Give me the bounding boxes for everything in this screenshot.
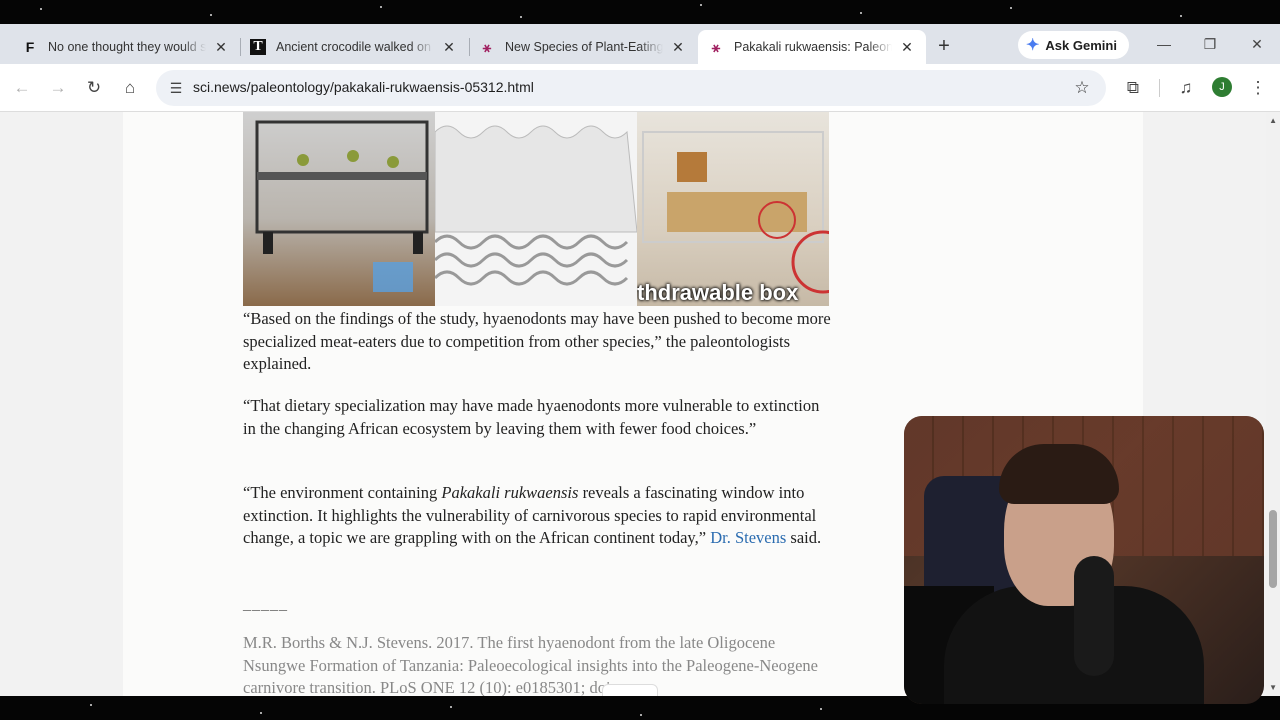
forward-button[interactable]: → — [44, 74, 72, 102]
gemini-label: Ask Gemini — [1045, 37, 1117, 53]
reload-button[interactable]: ↻ — [80, 74, 108, 102]
section-separator: _____ — [243, 596, 288, 613]
advertisement-banner[interactable]: thdrawable box — [243, 112, 829, 306]
bookmark-star-icon[interactable]: ☆ — [1070, 76, 1094, 100]
back-button[interactable]: ← — [8, 74, 36, 102]
tab-title: Pakakali rukwaensis: Paleonto — [734, 40, 892, 54]
minimize-button[interactable]: — — [1150, 32, 1178, 56]
search-tabs-icon[interactable]: ⧉ — [1119, 74, 1147, 102]
scroll-down-arrow-icon[interactable]: ▼ — [1269, 683, 1277, 692]
new-tab-button[interactable]: + — [932, 34, 956, 58]
tab-1[interactable]: F No one thought they would su ✕ — [12, 30, 240, 64]
menu-kebab-icon[interactable]: ⋮ — [1244, 74, 1272, 102]
sci-news-favicon-icon: ⚹ — [482, 38, 492, 55]
tab-title: New Species of Plant-Eating D — [505, 40, 663, 54]
page-scrollbar[interactable]: ▲ ▼ — [1266, 112, 1280, 696]
webcam-overlay — [904, 416, 1264, 704]
close-tab-icon[interactable]: ✕ — [212, 38, 230, 56]
ad-image-corrugated-sheet[interactable] — [435, 112, 637, 306]
url-text[interactable]: sci.news/paleontology/pakakali-rukwaensi… — [193, 79, 534, 95]
scroll-to-top-button[interactable]: ︿ — [602, 684, 658, 696]
sci-news-favicon-icon: ⚹ — [711, 38, 721, 55]
tab-title: No one thought they would su — [48, 40, 206, 54]
tab-title: Ancient crocodile walked on tw — [276, 40, 434, 54]
site-info-icon[interactable]: ☰ — [164, 76, 188, 100]
tab-strip: F No one thought they would su ✕ T Ancie… — [0, 24, 1280, 64]
para3-text: “The environment containing — [243, 483, 442, 502]
forbes-favicon-icon: F — [25, 39, 35, 55]
tab-3[interactable]: ⚹ New Species of Plant-Eating D ✕ — [469, 30, 697, 64]
ad-caption: thdrawable box — [637, 280, 799, 305]
article-paragraph-3: “The environment containing Pakakali ruk… — [243, 482, 833, 550]
article-paragraph-1: “Based on the findings of the study, hya… — [243, 309, 831, 373]
restore-button[interactable]: ❐ — [1196, 32, 1224, 56]
para3-text: said. — [786, 528, 822, 547]
scroll-up-arrow-icon[interactable]: ▲ — [1269, 116, 1277, 125]
tab-2[interactable]: T Ancient crocodile walked on tw ✕ — [240, 30, 468, 64]
address-bar[interactable]: ☰ sci.news/paleontology/pakakali-rukwaen… — [156, 70, 1106, 106]
ad-image-bird-cage[interactable] — [243, 112, 435, 306]
ad-image-hamster-cage[interactable]: thdrawable box — [637, 112, 829, 306]
tab-4-active[interactable]: ⚹ Pakakali rukwaensis: Paleonto ✕ — [698, 30, 926, 64]
media-controls-icon[interactable]: ♫ — [1172, 74, 1200, 102]
browser-toolbar: ← → ↻ ⌂ ☰ sci.news/paleontology/pakakali… — [0, 64, 1280, 112]
telegraph-favicon-icon: T — [250, 39, 266, 55]
scroll-thumb[interactable] — [1269, 510, 1277, 588]
reference-citation: M.R. Borths & N.J. Stevens. 2017. The fi… — [243, 633, 818, 696]
article-paragraph-2: “That dietary specialization may have ma… — [243, 396, 820, 438]
gemini-spark-icon: ✦ — [1026, 37, 1040, 54]
close-window-button[interactable]: ✕ — [1243, 32, 1271, 56]
home-button[interactable]: ⌂ — [116, 74, 144, 102]
ask-gemini-button[interactable]: ✦ Ask Gemini — [1018, 31, 1129, 59]
dr-stevens-link[interactable]: Dr. Stevens — [710, 528, 786, 547]
close-tab-icon[interactable]: ✕ — [440, 38, 458, 56]
close-tab-icon[interactable]: ✕ — [898, 38, 916, 56]
profile-avatar[interactable]: J — [1212, 77, 1232, 97]
species-name: Pakakali rukwaensis — [441, 483, 579, 502]
close-tab-icon[interactable]: ✕ — [669, 38, 687, 56]
